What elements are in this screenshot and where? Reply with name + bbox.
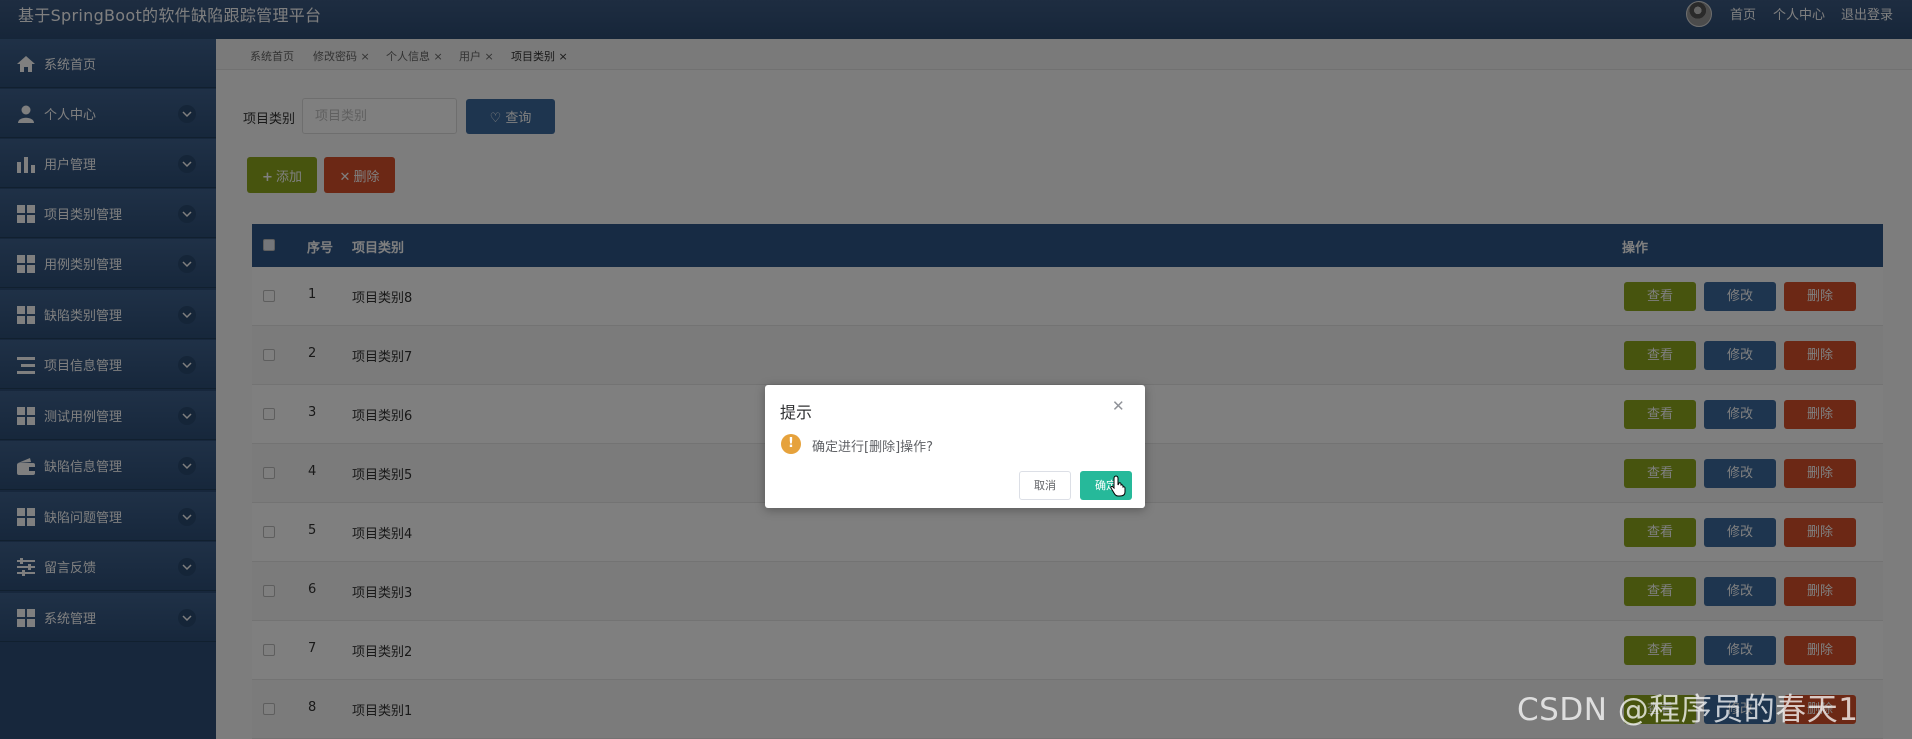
cancel-button[interactable]: 取消	[1019, 471, 1071, 500]
hand-cursor-icon	[1110, 475, 1126, 497]
modal-overlay[interactable]	[0, 0, 1912, 739]
watermark: CSDN @程序员的春天1	[1517, 692, 1859, 728]
warning-icon: !	[781, 434, 801, 454]
dialog-message: 确定进行[删除]操作?	[812, 440, 934, 455]
dialog-title: 提示	[780, 403, 813, 422]
confirm-dialog: 提示 ✕ ! 确定进行[删除]操作? 取消 确定	[765, 385, 1145, 508]
close-icon[interactable]: ✕	[1112, 397, 1125, 415]
